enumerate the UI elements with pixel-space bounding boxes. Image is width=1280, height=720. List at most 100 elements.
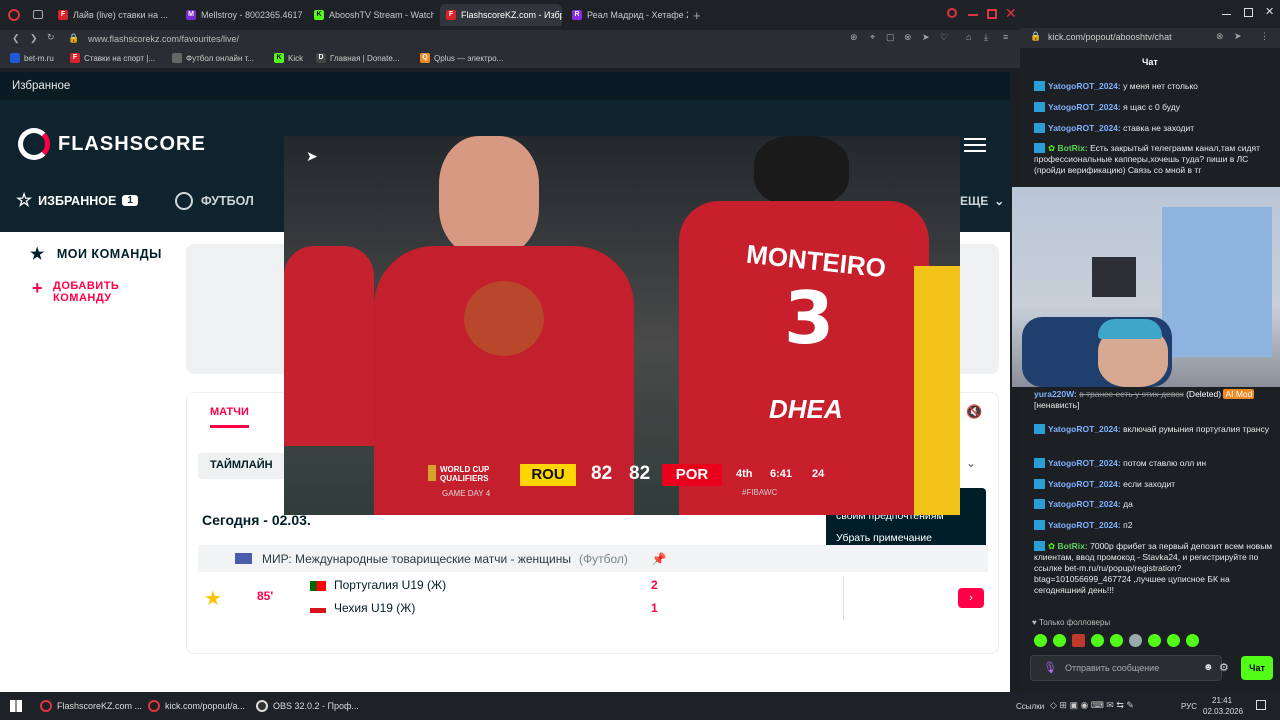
emote-icon[interactable] xyxy=(1091,634,1104,647)
add-team-button[interactable]: + ДОБАВИТЬ КОМАНДУ xyxy=(32,278,120,304)
league-header[interactable]: МИР: Международные товарищеские матчи - … xyxy=(198,545,988,572)
send-icon[interactable]: ➤ xyxy=(922,32,930,43)
favorite-star-icon[interactable]: ★ xyxy=(204,586,222,611)
emote-icon[interactable] xyxy=(1129,634,1142,647)
chat-username[interactable]: YatogoROT_2024: xyxy=(1048,123,1121,133)
menu-icon[interactable]: ⋮ xyxy=(1260,31,1269,42)
language-indicator[interactable]: РУС xyxy=(1181,702,1197,711)
emote-icon[interactable] xyxy=(1034,634,1047,647)
download-icon[interactable]: ⤓ xyxy=(984,32,988,43)
taskbar-app-flashscore[interactable]: FlashscoreKZ.com ... xyxy=(36,696,146,716)
chat-url[interactable]: kick.com/popout/abooshtv/chat xyxy=(1048,32,1172,42)
bookmark-stavki[interactable]: F Ставки на спорт |... xyxy=(70,53,155,63)
chat-username[interactable]: YatogoROT_2024: xyxy=(1048,81,1121,91)
chat-username[interactable]: YatogoROT_2024: xyxy=(1048,479,1121,489)
screenshot-icon[interactable]: ▢ xyxy=(886,32,895,43)
hamburger-menu-icon[interactable] xyxy=(964,138,986,152)
streamer-webcam xyxy=(1012,187,1280,387)
world-flag-icon xyxy=(235,553,252,564)
team-b-badge: POR xyxy=(662,464,722,486)
clock-date[interactable]: 02.03.2026 xyxy=(1203,707,1243,716)
tab-mellstroy[interactable]: M Mellstroy - 8002365.4617 xyxy=(180,4,302,26)
remove-note-link[interactable]: Убрать примечание xyxy=(836,532,932,544)
chat-username[interactable]: YatogoROT_2024: xyxy=(1048,424,1121,434)
flashscore-logo[interactable]: FLASHSCORE xyxy=(18,128,206,160)
maximize-icon[interactable] xyxy=(1244,8,1253,17)
nav-more[interactable]: ЕЩЕ ⌄ xyxy=(960,194,1004,208)
lock-icon: 🔒 xyxy=(68,33,80,43)
emote-icon[interactable] xyxy=(1110,634,1123,647)
chat-username[interactable]: YatogoROT_2024: xyxy=(1048,102,1121,112)
emoji-icon[interactable]: ☻ xyxy=(1203,662,1214,673)
forward-icon[interactable]: ❯ xyxy=(30,33,38,44)
bookmark-bet-m[interactable]: bet-m.ru xyxy=(10,53,54,63)
emote-icon[interactable] xyxy=(1186,634,1199,647)
profile-icon[interactable]: ⌂ xyxy=(966,32,971,42)
bookmark-qplus[interactable]: Q Qplus — электро... xyxy=(420,53,503,63)
taskbar-label: kick.com/popout/a... xyxy=(165,701,246,711)
mute-icon[interactable]: 🔇 xyxy=(966,404,982,420)
chat-username[interactable]: yura220W: xyxy=(1034,389,1077,399)
microphone-icon[interactable]: 🎙 xyxy=(1043,661,1057,674)
match-row[interactable]: ★ 85' Португалия U19 (Ж) Чехия U19 (Ж) 2… xyxy=(198,574,988,622)
pin-icon[interactable]: 📌 xyxy=(652,552,667,566)
clock-time[interactable]: 21:41 xyxy=(1212,696,1232,705)
zoom-icon[interactable]: ⊕ xyxy=(850,32,858,43)
links-label[interactable]: Ссылки xyxy=(1016,702,1044,711)
shield-icon[interactable]: ⊗ xyxy=(1216,31,1224,42)
tray-icons[interactable]: ◇ ⊞ ▣ ◉ ⌨ ✉ ⇆ ✎ xyxy=(1050,700,1134,711)
tab-overview-icon[interactable] xyxy=(33,10,43,19)
send-chat-button[interactable]: Чат xyxy=(1241,656,1273,680)
chat-username[interactable]: BotRix: xyxy=(1058,143,1088,153)
tab-real-madrid[interactable]: R Реал Мадрид - Хетафе 20... xyxy=(566,4,688,26)
chat-input[interactable]: 🎙 Отправить сообщение ☻ xyxy=(1030,655,1222,681)
filter-chevron-icon[interactable]: ⌄ xyxy=(966,456,976,470)
wcq-logo-icon xyxy=(428,465,436,481)
shield-icon[interactable]: ⊗ xyxy=(904,32,912,43)
minimize-icon[interactable] xyxy=(1222,14,1231,15)
tab-matches[interactable]: МАТЧИ xyxy=(210,406,249,428)
heart-icon[interactable]: ♡ xyxy=(940,32,948,43)
chat-message: YatogoROT_2024: потом ставлю олл ин xyxy=(1034,458,1274,469)
add-team-label-line: ДОБАВИТЬ xyxy=(53,280,120,292)
close-icon[interactable]: ✕ xyxy=(1265,5,1274,18)
tab-flashscore[interactable]: F FlashscoreKZ.com - Избр... xyxy=(440,4,562,26)
url-field[interactable]: www.flashscorekz.com/favourites/live/ xyxy=(88,34,239,44)
tab-live-bets[interactable]: F Лайв (live) ставки на ... xyxy=(52,4,174,26)
chat-username[interactable]: YatogoROT_2024: xyxy=(1048,499,1121,509)
new-tab-icon[interactable]: + xyxy=(693,8,701,23)
menu-icon[interactable]: ≡ xyxy=(1003,32,1008,42)
emote-icon[interactable] xyxy=(1167,634,1180,647)
windows-start-icon[interactable] xyxy=(10,700,22,712)
opera-logo-icon[interactable] xyxy=(8,9,20,21)
back-icon[interactable]: ❮ xyxy=(12,33,20,44)
emote-icon[interactable] xyxy=(1148,634,1161,647)
nav-football[interactable]: ФУТБОЛ xyxy=(175,192,254,210)
timeline-button[interactable]: ТАЙМЛАЙН xyxy=(198,453,298,479)
bookmark-donate[interactable]: D Главная | Donate... xyxy=(316,53,399,63)
chat-username[interactable]: YatogoROT_2024: xyxy=(1048,520,1121,530)
minimize-icon[interactable] xyxy=(968,14,978,16)
notification-icon[interactable] xyxy=(1256,700,1266,710)
gear-icon[interactable]: ⚙ xyxy=(1219,661,1229,674)
bookmark-football[interactable]: Футбол онлайн т... xyxy=(172,53,254,63)
chat-username[interactable]: YatogoROT_2024: xyxy=(1048,458,1121,468)
send-icon[interactable]: ➤ xyxy=(1234,31,1242,42)
pin-icon[interactable]: ⌖ xyxy=(870,32,875,43)
maximize-icon[interactable] xyxy=(987,9,997,19)
nav-favorites[interactable]: ☆ ИЗБРАННОЕ 1 xyxy=(16,190,138,211)
close-icon[interactable]: ✕ xyxy=(1005,5,1017,22)
tab-abooshtv[interactable]: K AbooshTV Stream - Watch xyxy=(308,4,434,26)
picture-in-picture-video[interactable]: MONTEIRO 3 DHEA WORLD CUP QUALIFIERS GAM… xyxy=(284,136,960,515)
reload-icon[interactable]: ↻ xyxy=(47,32,55,43)
bookmark-kick[interactable]: K Kick xyxy=(274,53,303,63)
taskbar-app-obs[interactable]: OBS 32.0.2 - Проф... xyxy=(252,696,363,716)
search-icon[interactable] xyxy=(947,8,957,18)
emote-icon[interactable] xyxy=(1053,634,1066,647)
chat-username[interactable]: BotRix: xyxy=(1058,541,1088,551)
live-stream-button[interactable]: › xyxy=(958,588,984,608)
taskbar-app-kick[interactable]: kick.com/popout/a... xyxy=(144,696,249,716)
emote-icon[interactable] xyxy=(1072,634,1085,647)
taskbar-label: FlashscoreKZ.com ... xyxy=(57,701,143,711)
plus-icon: + xyxy=(32,278,44,298)
